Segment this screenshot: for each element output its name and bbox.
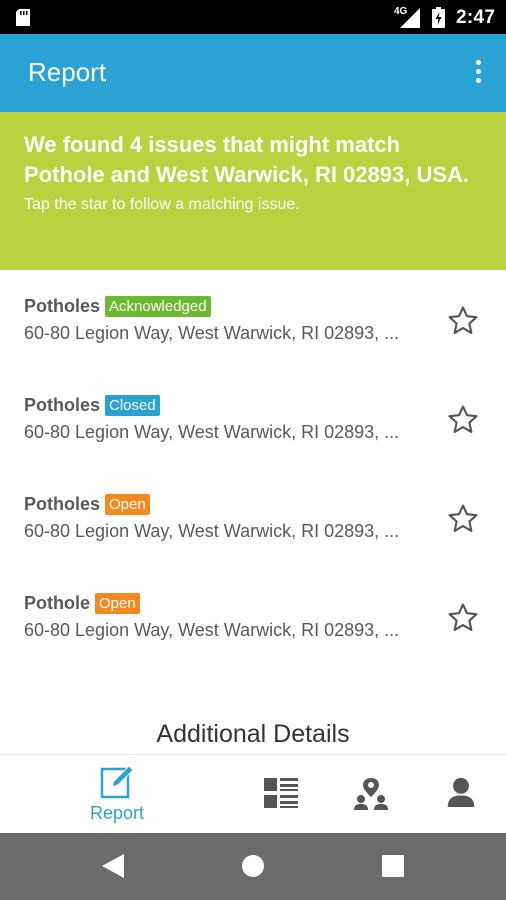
issue-category: Pothole <box>24 593 90 613</box>
page-title: Report <box>28 57 107 87</box>
status-badge: Closed <box>105 395 160 416</box>
profile-icon <box>447 777 475 807</box>
clock: 2:47 <box>456 7 496 28</box>
sd-card-icon <box>16 9 30 26</box>
edit-icon <box>100 765 134 799</box>
issue-address: 60-80 Legion Way, West Warwick, RI 02893… <box>24 422 400 442</box>
status-bar: 4G 2:47 <box>0 0 506 34</box>
list-item[interactable]: Potholes Open 60-80 Legion Way, West War… <box>0 468 506 567</box>
community-icon <box>354 778 388 810</box>
star-icon[interactable] <box>446 502 480 536</box>
overflow-menu-icon[interactable] <box>472 60 484 88</box>
home-icon[interactable] <box>241 854 265 878</box>
system-nav-bar <box>0 833 506 900</box>
status-badge: Open <box>95 593 140 614</box>
nav-profile[interactable] <box>432 755 492 834</box>
nav-list[interactable] <box>250 755 310 834</box>
issue-list: Potholes Acknowledged 60-80 Legion Way, … <box>0 270 506 666</box>
star-icon[interactable] <box>446 601 480 635</box>
back-icon[interactable] <box>102 854 124 878</box>
bottom-nav: Report <box>0 754 506 833</box>
issue-category: Potholes <box>24 494 101 514</box>
issue-address: 60-80 Legion Way, West Warwick, RI 02893… <box>24 521 400 541</box>
star-icon[interactable] <box>446 403 480 437</box>
recents-icon[interactable] <box>382 855 404 877</box>
battery-charging-icon <box>432 7 445 28</box>
list-item[interactable]: Pothole Open 60-80 Legion Way, West Warw… <box>0 567 506 666</box>
issue-address: 60-80 Legion Way, West Warwick, RI 02893… <box>24 620 400 640</box>
list-item[interactable]: Potholes Closed 60-80 Legion Way, West W… <box>0 369 506 468</box>
issue-category: Potholes <box>24 395 101 415</box>
nav-report[interactable]: Report <box>80 755 160 834</box>
star-icon[interactable] <box>446 304 480 338</box>
app-bar: Report <box>0 34 506 112</box>
issue-category: Potholes <box>24 296 101 316</box>
status-badge: Acknowledged <box>105 296 211 317</box>
nav-report-label: Report <box>90 803 145 823</box>
match-banner: We found 4 issues that might match Potho… <box>0 112 506 270</box>
nav-community[interactable] <box>340 755 400 834</box>
issue-address: 60-80 Legion Way, West Warwick, RI 02893… <box>24 323 400 343</box>
banner-subtext: Tap the star to follow a matching issue. <box>24 196 300 213</box>
signal-icon <box>400 8 420 28</box>
list-item[interactable]: Potholes Acknowledged 60-80 Legion Way, … <box>0 270 506 369</box>
banner-headline: We found 4 issues that might match Potho… <box>24 132 470 187</box>
list-icon <box>264 778 298 808</box>
status-badge: Open <box>105 494 150 515</box>
additional-details-heading: Additional Details <box>156 720 350 748</box>
